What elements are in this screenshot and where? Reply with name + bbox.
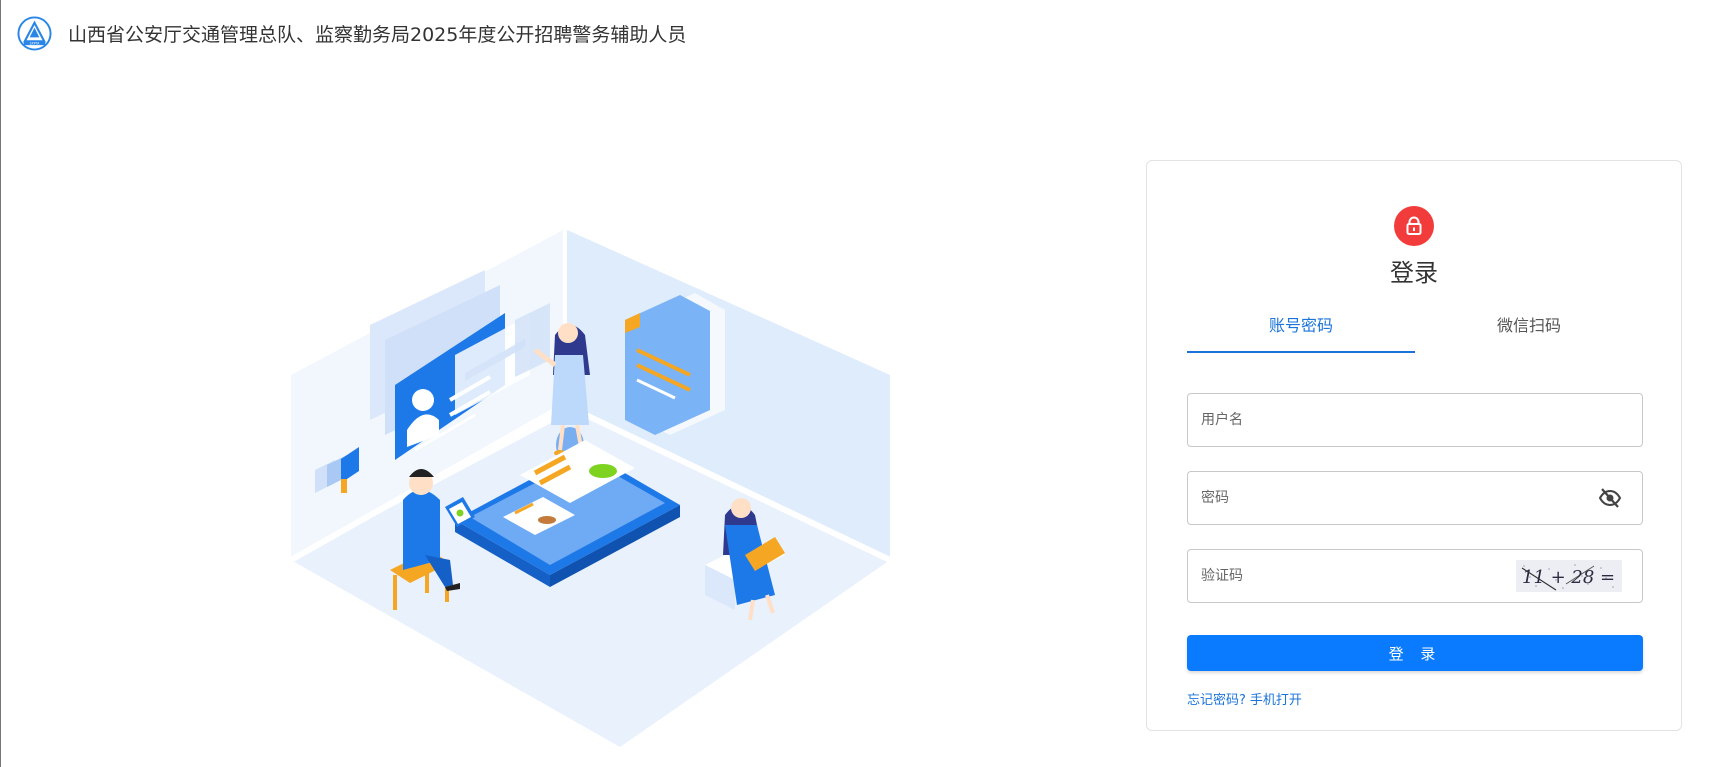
login-title: 登录: [1390, 259, 1438, 287]
site-title: 山西省公安厅交通管理总队、监察勤务局2025年度公开招聘警务辅助人员: [68, 23, 687, 46]
office-isometric-illustration: [289, 229, 892, 747]
captcha-input[interactable]: [1188, 550, 1516, 602]
police-emblem-icon: SXPTA: [17, 15, 52, 51]
username-input[interactable]: [1188, 394, 1642, 446]
captcha-field: 11 + 28 =: [1187, 549, 1643, 603]
password-input[interactable]: [1188, 472, 1592, 524]
password-field: [1187, 471, 1643, 525]
mobile-open-link[interactable]: 手机打开: [1250, 693, 1302, 708]
site-header: SXPTA 山西省公安厅交通管理总队、监察勤务局2025年度公开招聘警务辅助人员: [17, 14, 686, 52]
login-button[interactable]: 登 录: [1187, 635, 1643, 671]
captcha-image[interactable]: 11 + 28 =: [1516, 560, 1622, 592]
login-tabs: 账号密码 微信扫码: [1187, 311, 1643, 355]
captcha-text: 11 + 28 =: [1522, 567, 1615, 588]
username-field: [1187, 393, 1643, 447]
tab-account-password[interactable]: 账号密码: [1187, 311, 1415, 355]
forgot-password-link[interactable]: 忘记密码?: [1187, 693, 1246, 708]
tab-wechat-scan[interactable]: 微信扫码: [1415, 311, 1643, 355]
window-edge: [0, 0, 1, 767]
logo-text: SXPTA: [30, 41, 41, 45]
login-links: 忘记密码? 手机打开: [1187, 689, 1302, 708]
lock-icon: [1394, 206, 1434, 246]
login-card: 登录 账号密码 微信扫码 11 + 2: [1146, 160, 1682, 731]
eye-off-icon[interactable]: [1592, 480, 1628, 516]
